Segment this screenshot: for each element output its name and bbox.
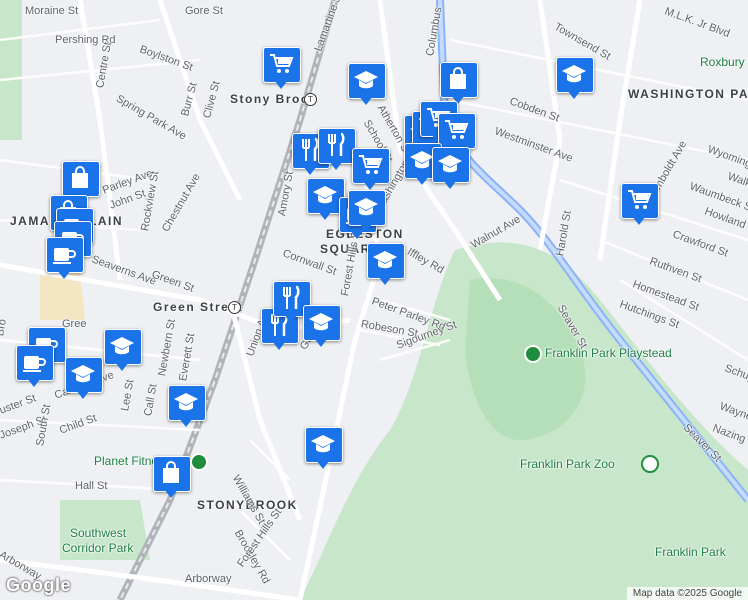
school-marker[interactable]	[367, 243, 405, 287]
shopping-cart-marker[interactable]	[621, 183, 659, 227]
coffee-marker[interactable]	[16, 345, 54, 389]
station-icon: T	[228, 301, 241, 314]
shopping-bag-icon	[163, 461, 179, 483]
school-icon	[174, 393, 198, 411]
school-marker[interactable]	[65, 357, 103, 401]
shopping-bag-icon	[450, 67, 466, 89]
shopping-bag-icon	[72, 166, 88, 188]
street-label: Arborway	[185, 573, 232, 585]
station-icon: T	[304, 93, 317, 106]
school-icon	[354, 198, 378, 216]
school-icon	[438, 155, 462, 173]
shopping-cart-icon	[628, 190, 652, 209]
coffee-icon	[53, 248, 76, 264]
school-icon	[354, 71, 378, 89]
school-marker[interactable]	[303, 305, 341, 349]
google-logo: Google	[6, 575, 71, 595]
shopping-bag-marker[interactable]	[153, 456, 191, 500]
school-icon	[562, 65, 586, 83]
school-icon	[373, 251, 397, 269]
school-marker[interactable]	[348, 63, 386, 107]
street-label: Hall St	[75, 480, 108, 492]
neighborhood-label: Roxbury	[700, 55, 745, 69]
restaurant-icon	[283, 285, 300, 309]
franklin-park-playstead-pin[interactable]	[524, 345, 542, 363]
park-label: Franklin Park	[655, 545, 726, 559]
planet-fitness-pin[interactable]	[190, 453, 208, 471]
street-label: Moraine St	[25, 5, 79, 17]
school-icon	[311, 435, 335, 453]
park-label: Corridor Park	[62, 541, 134, 555]
restaurant-marker[interactable]	[318, 128, 356, 172]
park-label: Southwest	[70, 526, 127, 540]
school-marker[interactable]	[432, 147, 470, 191]
coffee-marker[interactable]	[46, 237, 84, 281]
shopping-bag-marker[interactable]	[440, 62, 478, 106]
park-label: Franklin Park Playstead	[545, 346, 672, 360]
shopping-cart-marker[interactable]	[352, 148, 390, 192]
school-icon	[309, 313, 333, 331]
shopping-cart-icon	[445, 120, 469, 139]
school-marker[interactable]	[305, 427, 343, 471]
school-marker[interactable]	[556, 57, 594, 101]
shopping-cart-icon	[359, 155, 383, 174]
map-canvas[interactable]: JAMAICA PLAIN EGLESTON SQUARE WASHINGTON PA…	[0, 0, 748, 600]
restaurant-icon	[328, 132, 345, 156]
school-marker[interactable]	[348, 190, 386, 234]
school-icon	[71, 365, 95, 383]
coffee-icon	[23, 356, 46, 372]
park-label: Franklin Park Zoo	[520, 457, 615, 471]
school-icon	[110, 337, 134, 355]
map-attribution[interactable]: Map data ©2025 Google	[626, 587, 748, 600]
shopping-cart-marker[interactable]	[263, 47, 301, 91]
school-marker[interactable]	[168, 385, 206, 429]
school-marker[interactable]	[104, 329, 142, 373]
school-icon	[313, 186, 337, 204]
street-label: Gore St	[185, 5, 223, 17]
franklin-park-zoo-pin[interactable]	[641, 455, 659, 473]
neighborhood-label: WASHINGTON PARK	[628, 87, 748, 101]
shopping-cart-icon	[270, 54, 294, 73]
